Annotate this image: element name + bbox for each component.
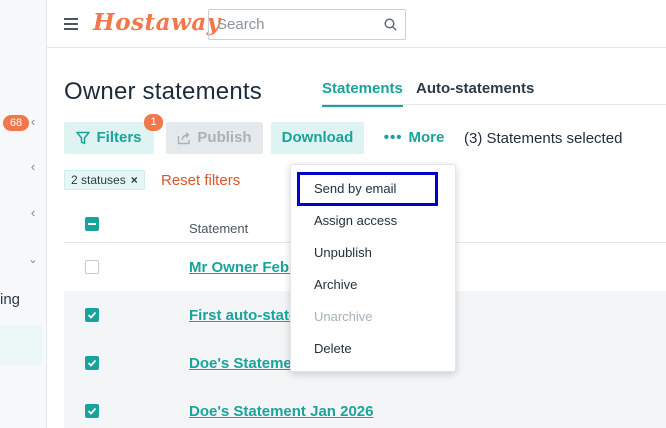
filters-button[interactable]: Filters [64,122,154,154]
sidebar-badge: 68 [3,115,29,131]
chip-label: 2 statuses [71,173,126,187]
sidebar-item-label[interactable]: ing [0,291,20,308]
row-checkbox[interactable] [85,260,99,274]
share-icon [178,132,191,145]
checkmark-icon [87,311,97,319]
row-checkbox[interactable] [85,356,99,370]
statement-link[interactable]: Mr Owner Febr [189,259,295,276]
menu-item-unarchive: Unarchive [314,309,373,324]
menu-item-assign-access[interactable]: Assign access [314,213,397,228]
table-row[interactable]: Doe's Statement Jan 2026 [64,387,666,428]
checkmark-icon [87,359,97,367]
column-header-statement[interactable]: Statement [189,221,248,236]
checkmark-icon [87,407,97,415]
menu-item-delete[interactable]: Delete [314,341,352,356]
close-icon[interactable]: × [131,173,138,187]
page-title: Owner statements [64,78,262,105]
statement-link[interactable]: Doe's Statement Jan 2026 [189,403,373,420]
search-box[interactable] [208,9,406,40]
highlight-box [297,172,438,206]
menu-item-unpublish[interactable]: Unpublish [314,245,372,260]
reset-filters-link[interactable]: Reset filters [161,172,240,189]
left-sidebar: 68 ‹ ‹ ‹ ⌄ ing [0,0,47,428]
search-input[interactable] [209,10,369,39]
row-checkbox[interactable] [85,404,99,418]
filters-label: Filters [96,129,142,146]
chevron-left-icon[interactable]: ‹ [27,160,39,174]
selection-count-text: (3) Statements selected [464,130,623,147]
menu-item-archive[interactable]: Archive [314,277,357,292]
statement-link[interactable]: First auto-state [189,307,297,324]
publish-label: Publish [197,129,252,146]
menu-icon[interactable] [64,18,78,30]
tab-statements[interactable]: Statements [322,80,403,107]
more-button[interactable]: ••• More [378,122,450,154]
search-icon[interactable] [384,18,397,31]
chevron-left-icon[interactable]: ‹ [27,115,39,129]
download-button[interactable]: Download [271,122,364,154]
more-dots-icon: ••• [383,129,403,146]
statement-link[interactable]: Doe's Statement [189,355,306,372]
filter-icon [76,131,91,145]
status-filter-chip[interactable]: 2 statuses × [64,170,145,190]
filters-count-badge: 1 [144,114,163,131]
chevron-left-icon[interactable]: ‹ [27,206,39,220]
publish-button[interactable]: Publish [166,122,263,154]
select-all-checkbox[interactable] [85,217,99,231]
tab-auto-statements[interactable]: Auto-statements [416,80,534,105]
top-header: Hostaway [47,0,666,48]
sidebar-active-item[interactable] [0,325,42,365]
more-label: More [408,129,445,146]
hostaway-logo[interactable]: Hostaway [93,9,221,36]
chevron-down-icon[interactable]: ⌄ [27,253,39,267]
row-checkbox[interactable] [85,308,99,322]
